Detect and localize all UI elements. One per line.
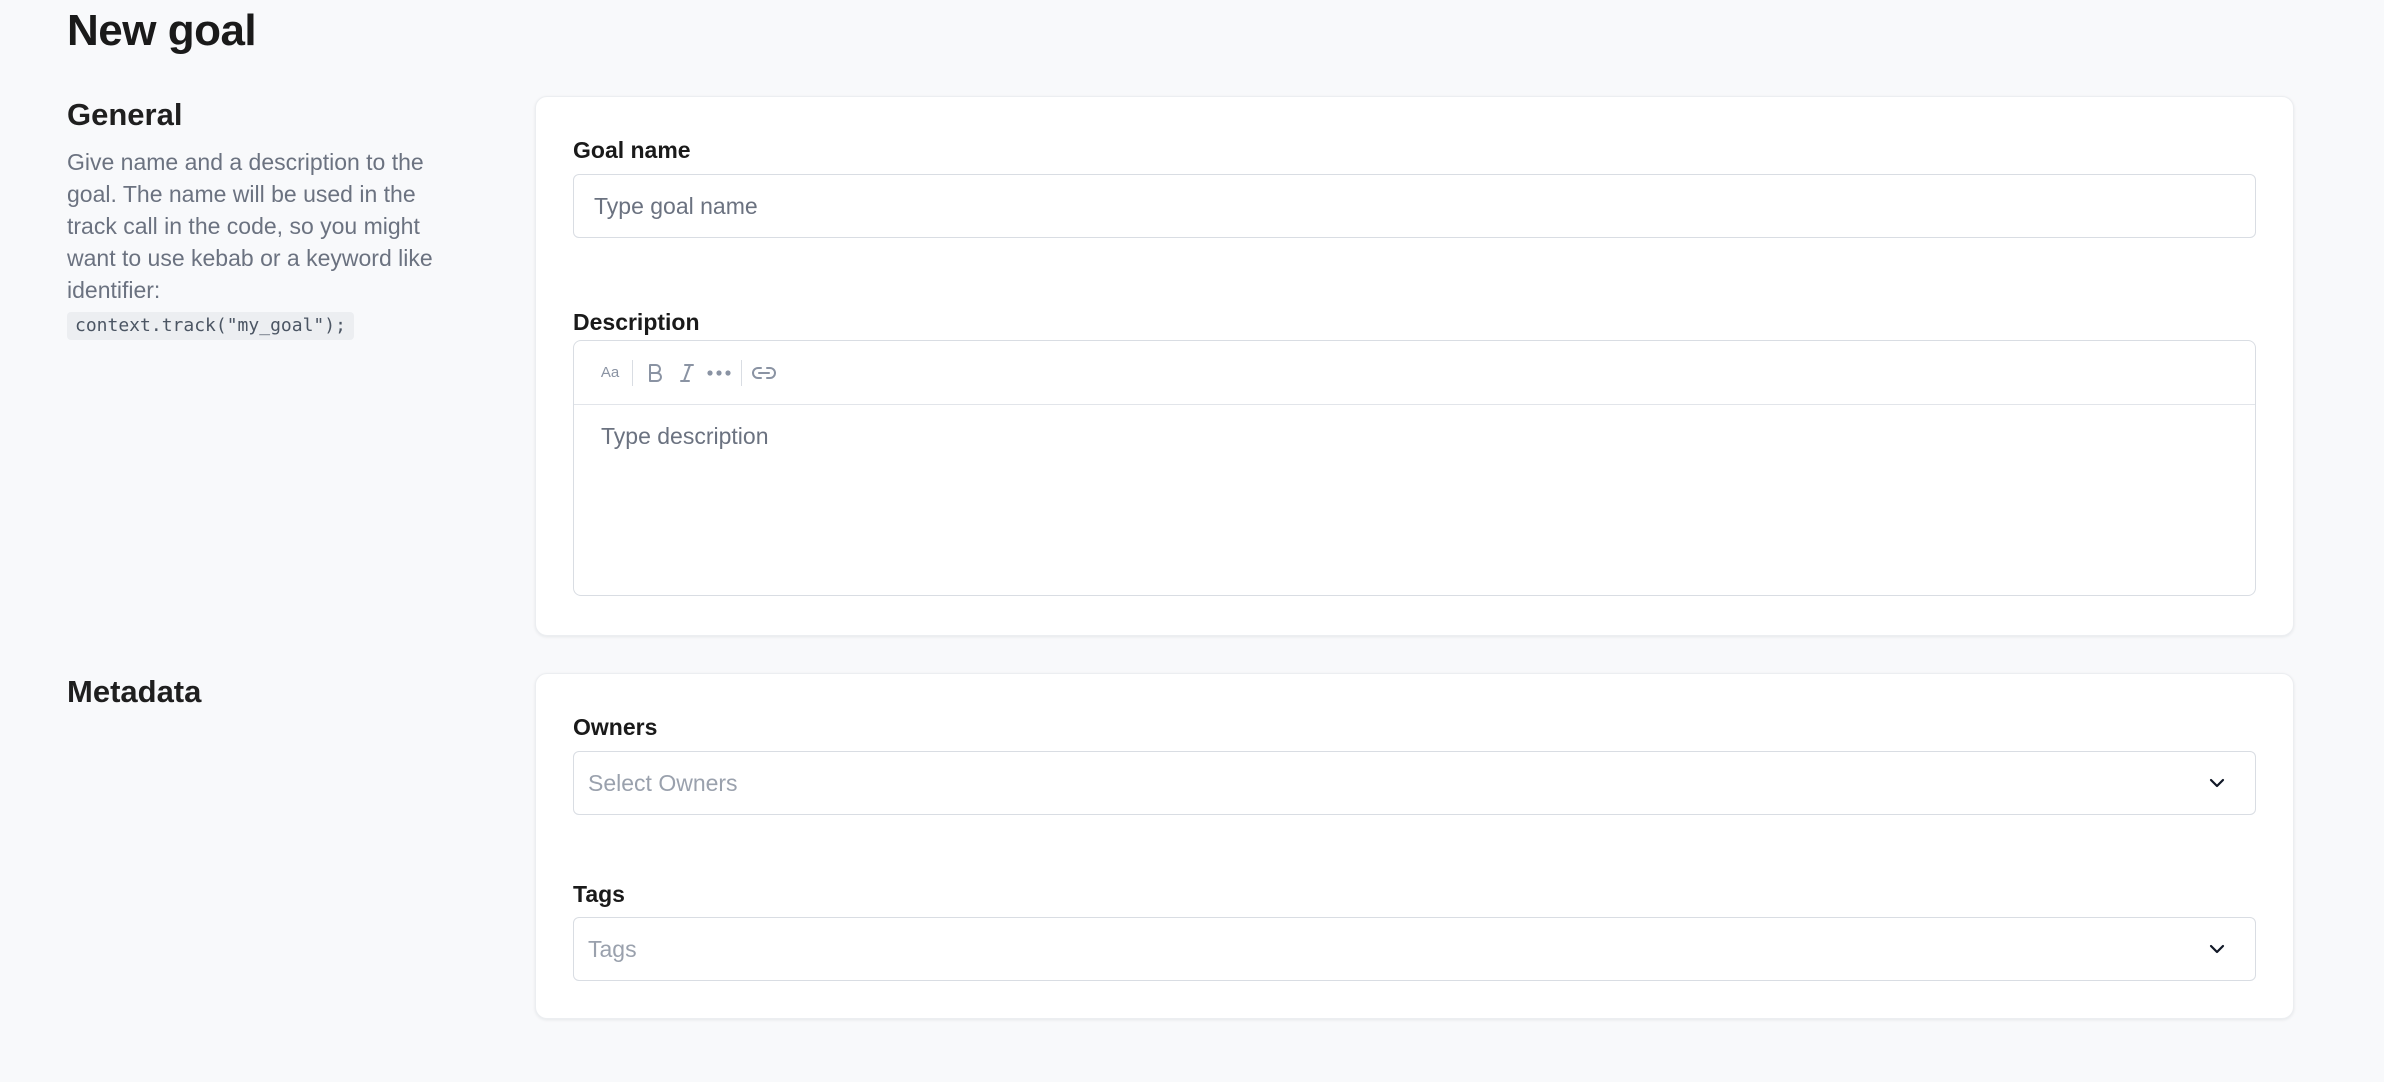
description-editor: Aa Type description [573, 340, 2256, 596]
general-description-text: Give name and a description to the goal.… [67, 149, 433, 303]
chevron-down-icon [2205, 937, 2229, 961]
tags-label: Tags [573, 881, 625, 907]
general-card: Goal name Description Aa Type descriptio… [535, 96, 2294, 636]
italic-icon[interactable] [671, 357, 703, 389]
track-code-example: context.track("my_goal"); [67, 312, 354, 340]
tags-select[interactable]: Tags [573, 917, 2256, 981]
description-label: Description [573, 309, 700, 335]
toolbar-divider [632, 359, 633, 386]
text-size-glyph: Aa [600, 364, 620, 381]
text-size-icon[interactable]: Aa [594, 357, 626, 389]
general-section-description: Give name and a description to the goal.… [67, 146, 462, 340]
goal-name-input[interactable] [573, 174, 2256, 238]
link-icon[interactable] [748, 357, 780, 389]
owners-label: Owners [573, 714, 658, 740]
metadata-section-heading: Metadata [67, 674, 202, 709]
metadata-card: Owners Select Owners Tags Tags [535, 673, 2294, 1019]
chevron-down-icon [2205, 771, 2229, 795]
owners-placeholder: Select Owners [588, 769, 738, 796]
tags-placeholder: Tags [588, 935, 637, 962]
bold-icon[interactable] [639, 357, 671, 389]
goal-name-label: Goal name [573, 137, 691, 163]
description-textarea[interactable]: Type description [574, 405, 2255, 467]
owners-select[interactable]: Select Owners [573, 751, 2256, 815]
page-title: New goal [67, 6, 257, 55]
description-placeholder: Type description [601, 423, 769, 449]
general-section-heading: General [67, 97, 183, 132]
more-icon[interactable] [703, 357, 735, 389]
editor-toolbar: Aa [574, 341, 2255, 405]
toolbar-divider [741, 359, 742, 386]
